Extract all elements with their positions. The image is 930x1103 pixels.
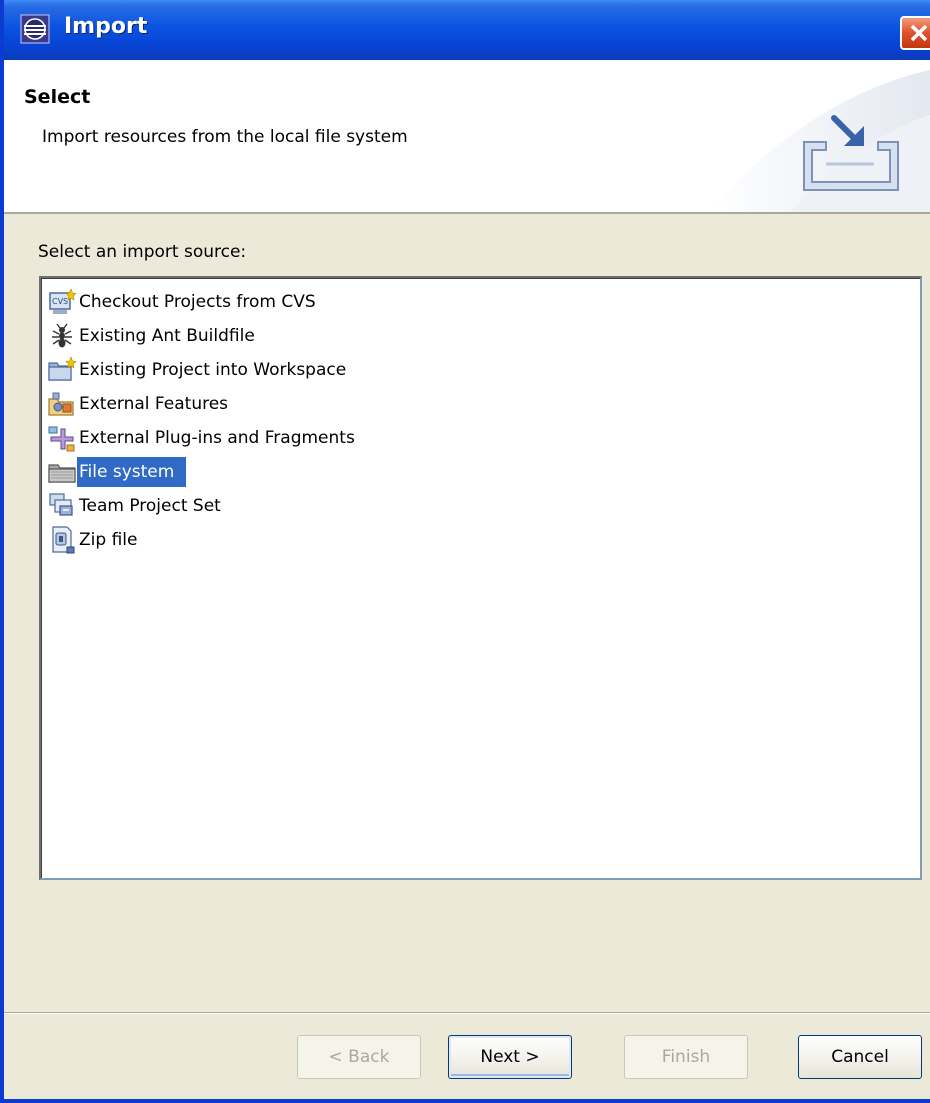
- list-item-label: External Features: [79, 394, 229, 414]
- svg-text:CVS: CVS: [52, 297, 68, 306]
- back-button[interactable]: < Back: [297, 1035, 421, 1079]
- project-folder-icon: [48, 356, 77, 381]
- import-dialog: Import Select Import resources from the …: [0, 0, 930, 1103]
- list-item-label: File system: [77, 457, 187, 487]
- wizard-page-title: Select: [24, 86, 91, 108]
- ant-icon: [52, 323, 72, 348]
- plugins-icon: [48, 426, 75, 452]
- eclipse-app-icon: [20, 14, 50, 44]
- import-source-label: Select an import source:: [38, 242, 247, 262]
- list-item-label: Checkout Projects from CVS: [79, 292, 316, 312]
- close-button[interactable]: [900, 16, 930, 50]
- import-source-list[interactable]: CVS Checkout Projects from CVS Existing …: [39, 276, 922, 880]
- list-item-existing-project[interactable]: Existing Project into Workspace: [47, 354, 350, 386]
- button-bar-separator: [4, 1012, 930, 1014]
- list-item-file-system[interactable]: File system: [47, 456, 187, 488]
- folder-icon: [48, 464, 76, 483]
- team-project-set-icon: [49, 493, 73, 516]
- list-item-label: Existing Ant Buildfile: [79, 326, 255, 346]
- list-item-ant-buildfile[interactable]: Existing Ant Buildfile: [47, 320, 259, 352]
- list-item-label: Team Project Set: [79, 496, 221, 516]
- wizard-banner: Select Import resources from the local f…: [4, 60, 930, 214]
- next-button[interactable]: Next >: [448, 1035, 572, 1079]
- features-icon: [48, 392, 74, 416]
- import-wizard-icon: [803, 115, 899, 191]
- window-title: Import: [64, 14, 148, 39]
- list-item-label: Existing Project into Workspace: [79, 360, 347, 380]
- close-icon: [910, 24, 928, 42]
- cvs-checkout-icon: CVS: [49, 288, 77, 314]
- list-item-team-project-set[interactable]: Team Project Set: [47, 490, 225, 522]
- list-item-external-plugins[interactable]: External Plug-ins and Fragments: [47, 422, 359, 454]
- finish-button[interactable]: Finish: [624, 1035, 748, 1079]
- list-item-label: External Plug-ins and Fragments: [79, 428, 355, 448]
- list-item-zip-file[interactable]: Zip file: [47, 524, 141, 556]
- title-bar[interactable]: Import: [4, 0, 930, 60]
- list-item-label: Zip file: [79, 530, 138, 550]
- wizard-page-description: Import resources from the local file sys…: [42, 127, 408, 147]
- zip-file-icon: [52, 526, 75, 554]
- cancel-button[interactable]: Cancel: [798, 1035, 922, 1079]
- list-item-external-features[interactable]: External Features: [47, 388, 232, 420]
- list-item-checkout-cvs[interactable]: CVS Checkout Projects from CVS: [47, 286, 320, 318]
